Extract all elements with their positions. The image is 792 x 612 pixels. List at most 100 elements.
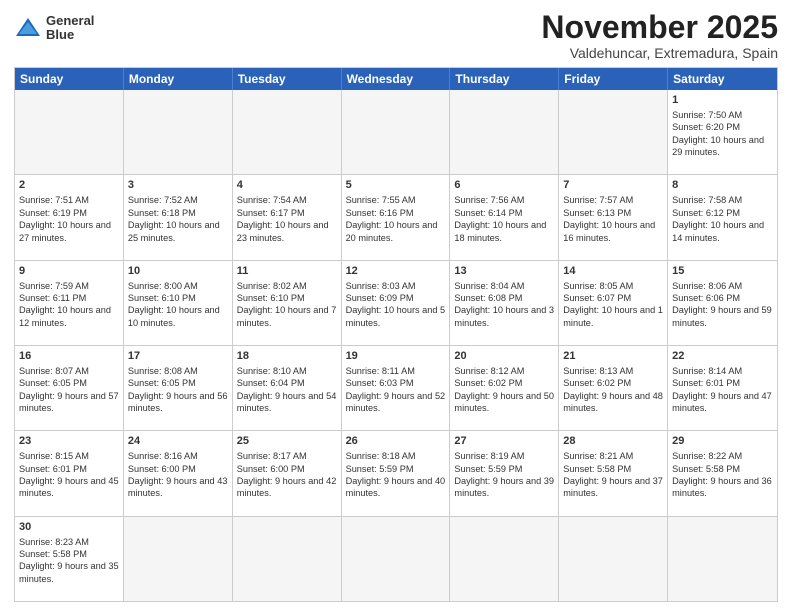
calendar-cell: 22Sunrise: 8:14 AM Sunset: 6:01 PM Dayli… [668,346,777,430]
day-number: 3 [128,178,228,193]
calendar-cell: 7Sunrise: 7:57 AM Sunset: 6:13 PM Daylig… [559,175,668,259]
cell-info: Sunrise: 8:12 AM Sunset: 6:02 PM Dayligh… [454,366,556,413]
month-title: November 2025 [541,10,778,45]
day-number: 19 [346,349,446,364]
day-number: 24 [128,434,228,449]
calendar-row-5: 30 Sunrise: 8:23 AM Sunset: 5:58 PM Dayli… [15,516,777,601]
calendar-body: 1 Sunrise: 7:50 AM Sunset: 6:20 PM Daylig… [15,90,777,601]
calendar-cell: 13Sunrise: 8:04 AM Sunset: 6:08 PM Dayli… [450,261,559,345]
day-number: 7 [563,178,663,193]
day-number: 26 [346,434,446,449]
calendar: SundayMondayTuesdayWednesdayThursdayFrid… [14,67,778,602]
calendar-cell [124,517,233,601]
cell-info: Sunrise: 8:04 AM Sunset: 6:08 PM Dayligh… [454,281,556,328]
calendar-header: SundayMondayTuesdayWednesdayThursdayFrid… [15,68,777,90]
header-day-sunday: Sunday [15,68,124,90]
day-number: 16 [19,349,119,364]
cell-info: Sunrise: 7:51 AM Sunset: 6:19 PM Dayligh… [19,195,114,242]
calendar-cell: 23 Sunrise: 8:15 AM Sunset: 6:01 PM Dayli… [15,431,124,515]
cell-info: Sunrise: 8:17 AM Sunset: 6:00 PM Dayligh… [237,451,339,498]
calendar-cell: 6Sunrise: 7:56 AM Sunset: 6:14 PM Daylig… [450,175,559,259]
calendar-cell [15,90,124,174]
cell-info: Sunrise: 8:19 AM Sunset: 5:59 PM Dayligh… [454,451,556,498]
day-number: 23 [19,434,119,449]
calendar-cell [233,517,342,601]
location-subtitle: Valdehuncar, Extremadura, Spain [541,45,778,61]
cell-info: Sunrise: 8:00 AM Sunset: 6:10 PM Dayligh… [128,281,223,328]
calendar-cell: 5Sunrise: 7:55 AM Sunset: 6:16 PM Daylig… [342,175,451,259]
calendar-cell [450,517,559,601]
calendar-cell [559,90,668,174]
cell-info: Sunrise: 8:06 AM Sunset: 6:06 PM Dayligh… [672,281,774,328]
cell-info: Sunrise: 8:03 AM Sunset: 6:09 PM Dayligh… [346,281,448,328]
calendar-row-0: 1 Sunrise: 7:50 AM Sunset: 6:20 PM Daylig… [15,90,777,174]
calendar-cell: 27Sunrise: 8:19 AM Sunset: 5:59 PM Dayli… [450,431,559,515]
day-number: 30 [19,520,119,535]
day-number: 9 [19,264,119,279]
header: General Blue November 2025 Valdehuncar, … [14,10,778,61]
calendar-cell: 25 Sunrise: 8:17 AM Sunset: 6:00 PM Dayli… [233,431,342,515]
calendar-cell: 9Sunrise: 7:59 AM Sunset: 6:11 PM Daylig… [15,261,124,345]
cell-info: Sunrise: 8:02 AM Sunset: 6:10 PM Dayligh… [237,281,339,328]
calendar-row-1: 2 Sunrise: 7:51 AM Sunset: 6:19 PM Daylig… [15,174,777,259]
header-day-saturday: Saturday [668,68,777,90]
day-number: 29 [672,434,773,449]
calendar-cell: 17 Sunrise: 8:08 AM Sunset: 6:05 PM Dayli… [124,346,233,430]
cell-info: Sunrise: 8:21 AM Sunset: 5:58 PM Dayligh… [563,451,665,498]
cell-info: Sunrise: 8:10 AM Sunset: 6:04 PM Dayligh… [237,366,339,413]
cell-info: Sunrise: 8:22 AM Sunset: 5:58 PM Dayligh… [672,451,774,498]
calendar-cell [559,517,668,601]
calendar-cell: 30 Sunrise: 8:23 AM Sunset: 5:58 PM Dayli… [15,517,124,601]
calendar-cell: 11 Sunrise: 8:02 AM Sunset: 6:10 PM Dayli… [233,261,342,345]
cell-info: Sunrise: 8:23 AM Sunset: 5:58 PM Dayligh… [19,537,121,584]
logo-blue: Blue [46,27,74,42]
calendar-cell: 18Sunrise: 8:10 AM Sunset: 6:04 PM Dayli… [233,346,342,430]
calendar-cell [450,90,559,174]
calendar-cell: 19 Sunrise: 8:11 AM Sunset: 6:03 PM Dayli… [342,346,451,430]
day-number: 20 [454,349,554,364]
day-number: 15 [672,264,773,279]
calendar-cell: 29 Sunrise: 8:22 AM Sunset: 5:58 PM Dayli… [668,431,777,515]
calendar-cell: 3Sunrise: 7:52 AM Sunset: 6:18 PM Daylig… [124,175,233,259]
cell-info: Sunrise: 7:50 AM Sunset: 6:20 PM Dayligh… [672,110,767,157]
cell-info: Sunrise: 8:05 AM Sunset: 6:07 PM Dayligh… [563,281,665,328]
day-number: 28 [563,434,663,449]
calendar-cell: 24 Sunrise: 8:16 AM Sunset: 6:00 PM Dayli… [124,431,233,515]
calendar-row-2: 9Sunrise: 7:59 AM Sunset: 6:11 PM Daylig… [15,260,777,345]
calendar-cell: 8Sunrise: 7:58 AM Sunset: 6:12 PM Daylig… [668,175,777,259]
calendar-cell: 2 Sunrise: 7:51 AM Sunset: 6:19 PM Daylig… [15,175,124,259]
calendar-row-4: 23 Sunrise: 8:15 AM Sunset: 6:01 PM Dayli… [15,430,777,515]
cell-info: Sunrise: 8:15 AM Sunset: 6:01 PM Dayligh… [19,451,121,498]
day-number: 12 [346,264,446,279]
calendar-cell: 12 Sunrise: 8:03 AM Sunset: 6:09 PM Dayli… [342,261,451,345]
day-number: 1 [672,93,773,108]
header-day-friday: Friday [559,68,668,90]
cell-info: Sunrise: 8:16 AM Sunset: 6:00 PM Dayligh… [128,451,230,498]
day-number: 25 [237,434,337,449]
header-day-tuesday: Tuesday [233,68,342,90]
day-number: 5 [346,178,446,193]
generalblue-logo-icon [14,16,42,40]
calendar-cell: 20 Sunrise: 8:12 AM Sunset: 6:02 PM Dayli… [450,346,559,430]
day-number: 11 [237,264,337,279]
calendar-cell [233,90,342,174]
logo: General Blue [14,14,94,43]
calendar-cell: 4Sunrise: 7:54 AM Sunset: 6:17 PM Daylig… [233,175,342,259]
header-day-thursday: Thursday [450,68,559,90]
calendar-cell [342,90,451,174]
cell-info: Sunrise: 8:11 AM Sunset: 6:03 PM Dayligh… [346,366,448,413]
day-number: 6 [454,178,554,193]
calendar-cell: 28 Sunrise: 8:21 AM Sunset: 5:58 PM Dayli… [559,431,668,515]
day-number: 4 [237,178,337,193]
day-number: 10 [128,264,228,279]
day-number: 17 [128,349,228,364]
header-day-monday: Monday [124,68,233,90]
header-day-wednesday: Wednesday [342,68,451,90]
calendar-cell [668,517,777,601]
page: General Blue November 2025 Valdehuncar, … [0,0,792,612]
cell-info: Sunrise: 8:08 AM Sunset: 6:05 PM Dayligh… [128,366,230,413]
calendar-cell [124,90,233,174]
calendar-cell: 26Sunrise: 8:18 AM Sunset: 5:59 PM Dayli… [342,431,451,515]
day-number: 2 [19,178,119,193]
calendar-row-3: 16Sunrise: 8:07 AM Sunset: 6:05 PM Dayli… [15,345,777,430]
